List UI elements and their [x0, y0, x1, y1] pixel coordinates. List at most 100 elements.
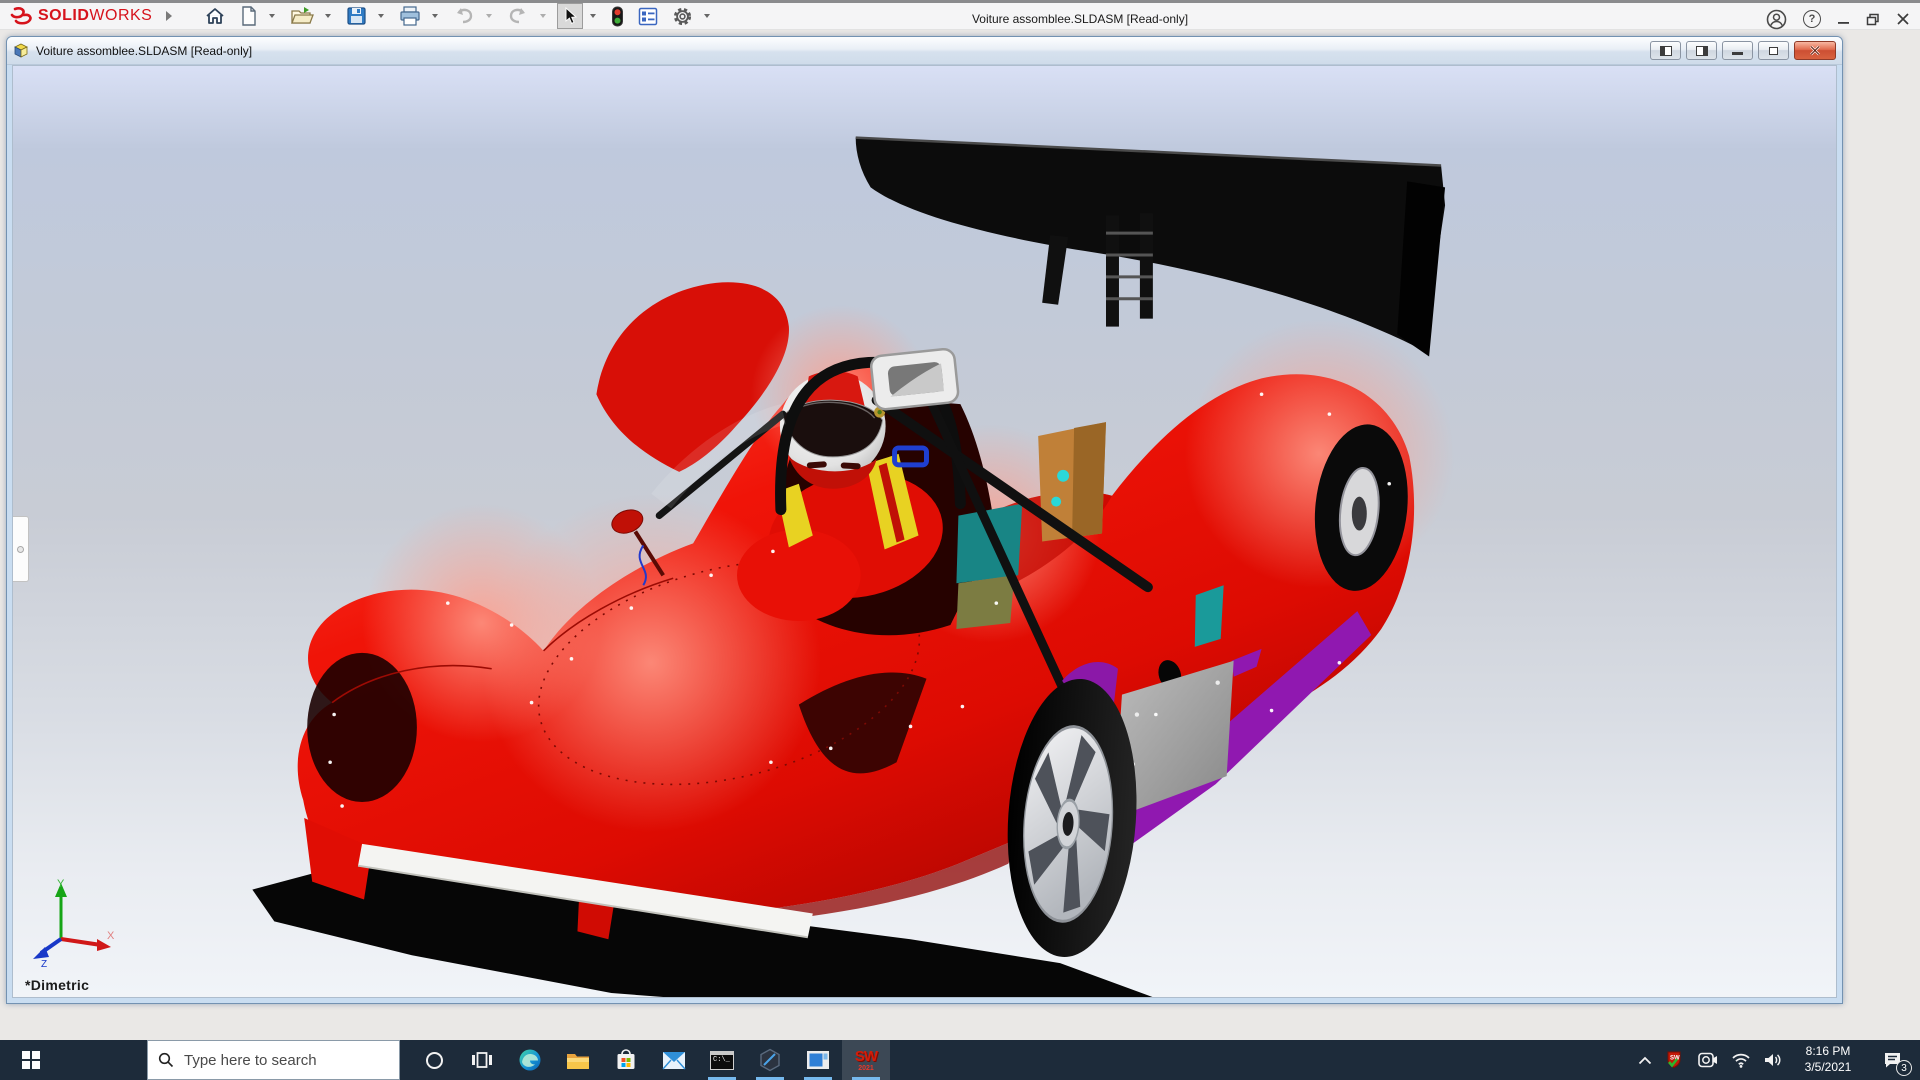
hexagon-app-icon: [760, 1048, 780, 1072]
pane-left-icon: [1659, 45, 1672, 56]
edge-icon: [519, 1049, 541, 1071]
print-dropdown[interactable]: [432, 14, 439, 18]
taskbar-item-cortana[interactable]: [410, 1040, 458, 1080]
notification-badge: 3: [1896, 1060, 1912, 1076]
active-document-title: Voiture assomblee.SLDASM [Read-only]: [971, 12, 1189, 26]
app-minimize-icon[interactable]: [1837, 13, 1850, 26]
undo-button[interactable]: [449, 3, 479, 29]
start-button[interactable]: [0, 1040, 62, 1080]
wifi-icon[interactable]: [1731, 1053, 1751, 1068]
undo-icon: [457, 8, 473, 24]
doc-pane-left-button[interactable]: [1650, 41, 1681, 60]
doc-restore-icon: [1769, 46, 1778, 55]
doc-minimize-icon: [1732, 52, 1743, 55]
taskbar-item-hexagon-app[interactable]: [746, 1040, 794, 1080]
new-document-dropdown[interactable]: [269, 14, 276, 18]
taskbar-item-edge[interactable]: [506, 1040, 554, 1080]
redo-icon: [510, 8, 526, 24]
photos-app-icon: [807, 1051, 829, 1069]
document-titlebar[interactable]: Voiture assomblee.SLDASM [Read-only]: [7, 37, 1842, 65]
doc-close-button[interactable]: [1794, 41, 1836, 60]
windows-taskbar: C:\_ SW 2021: [0, 1040, 1920, 1080]
task-pane-button[interactable]: [634, 3, 662, 29]
tray-date: 3/5/2021: [1804, 1060, 1852, 1074]
solidworks-tray-shield-icon[interactable]: SW: [1665, 1050, 1685, 1070]
help-icon[interactable]: ?: [1803, 10, 1821, 28]
redo-dropdown[interactable]: [540, 14, 547, 18]
taskbar-item-solidworks[interactable]: SW 2021: [842, 1040, 890, 1080]
taskbar-item-file-explorer[interactable]: [554, 1040, 602, 1080]
air-intake: [869, 347, 960, 411]
taskbar-item-store[interactable]: [602, 1040, 650, 1080]
file-explorer-icon: [567, 1053, 589, 1069]
doc-pane-right-button[interactable]: [1686, 41, 1717, 60]
action-center-button[interactable]: 3: [1872, 1040, 1912, 1080]
print-button[interactable]: [395, 3, 425, 29]
app-close-icon[interactable]: [1896, 12, 1910, 26]
task-view-icon: [472, 1052, 492, 1068]
windows-logo-icon: [22, 1051, 40, 1069]
tray-chevron-up-icon[interactable]: [1638, 1056, 1652, 1065]
tray-time: 8:16 PM: [1805, 1044, 1851, 1059]
volume-icon[interactable]: [1764, 1052, 1784, 1068]
open-icon: [291, 7, 315, 24]
undo-dropdown[interactable]: [486, 14, 493, 18]
feature-manager-collapsed-tab[interactable]: [13, 516, 29, 582]
svg-text:Y: Y: [57, 878, 65, 890]
rebuild-button[interactable]: [607, 3, 628, 29]
view-orientation-label: *Dimetric: [25, 977, 90, 993]
home-icon: [206, 8, 224, 24]
taskbar-item-mail[interactable]: [650, 1040, 698, 1080]
svg-text:X: X: [107, 930, 115, 942]
redo-button[interactable]: [503, 3, 533, 29]
search-input[interactable]: [184, 1051, 374, 1069]
3d-model-race-car[interactable]: [13, 66, 1836, 997]
options-dropdown[interactable]: [704, 14, 711, 18]
command-prompt-icon: C:\_: [710, 1050, 734, 1070]
taskbar-search-box[interactable]: [147, 1040, 400, 1080]
brand-text: SOLIDWORKS: [38, 7, 153, 24]
new-document-button[interactable]: [236, 3, 262, 29]
svg-text:Z: Z: [41, 959, 47, 969]
save-button[interactable]: [342, 3, 371, 29]
system-tray: SW 8:16 PM 3/5/2021 3: [1638, 1040, 1920, 1080]
options-button[interactable]: [668, 3, 697, 29]
app-restore-icon[interactable]: [1866, 13, 1880, 26]
traffic-light-icon: [612, 6, 624, 26]
open-button[interactable]: [286, 3, 318, 29]
desktop: SOLIDWORKS Voiture assomblee.SLDASM [Rea…: [0, 0, 1920, 1080]
taskbar-item-photos-app[interactable]: [794, 1040, 842, 1080]
select-tool-dropdown[interactable]: [590, 14, 597, 18]
select-cursor-icon: [565, 6, 578, 25]
doc-minimize-button[interactable]: [1722, 41, 1753, 60]
mail-icon: [662, 1051, 686, 1069]
assembly-document-icon: [14, 43, 28, 58]
document-title: Voiture assomblee.SLDASM [Read-only]: [36, 43, 253, 58]
graphics-viewport[interactable]: Y X Z *Dimetric: [12, 65, 1837, 998]
panel-tab-dot: [17, 545, 24, 553]
search-icon: [158, 1052, 174, 1068]
solidworks-logo: SOLIDWORKS: [8, 6, 152, 26]
save-dropdown[interactable]: [378, 14, 385, 18]
taskbar-item-task-view[interactable]: [458, 1040, 506, 1080]
ds-logo-icon: [10, 7, 32, 25]
save-icon: [347, 7, 366, 25]
orientation-triad: Y X Z: [33, 878, 115, 969]
new-document-icon: [242, 6, 257, 26]
cortana-icon: [425, 1051, 443, 1069]
open-dropdown[interactable]: [325, 14, 332, 18]
doc-close-icon: [1810, 45, 1820, 56]
select-tool-button[interactable]: [557, 3, 584, 29]
document-window: Voiture assomblee.SLDASM [Read-only] Y X…: [6, 36, 1843, 1004]
doc-restore-button[interactable]: [1758, 41, 1789, 60]
taskbar-item-command-prompt[interactable]: C:\_: [698, 1040, 746, 1080]
app-titlebar: SOLIDWORKS Voiture assomblee.SLDASM [Rea…: [0, 0, 1920, 30]
tray-clock[interactable]: 8:16 PM 3/5/2021: [1797, 1044, 1859, 1075]
account-icon[interactable]: [1766, 9, 1787, 30]
pane-right-icon: [1695, 45, 1708, 56]
task-pane-icon: [639, 7, 658, 25]
meet-now-icon[interactable]: [1698, 1052, 1718, 1068]
menu-flyout-arrow[interactable]: [166, 11, 173, 21]
home-button[interactable]: [200, 3, 230, 29]
solidworks-taskbar-icon: SW 2021: [854, 1047, 878, 1072]
